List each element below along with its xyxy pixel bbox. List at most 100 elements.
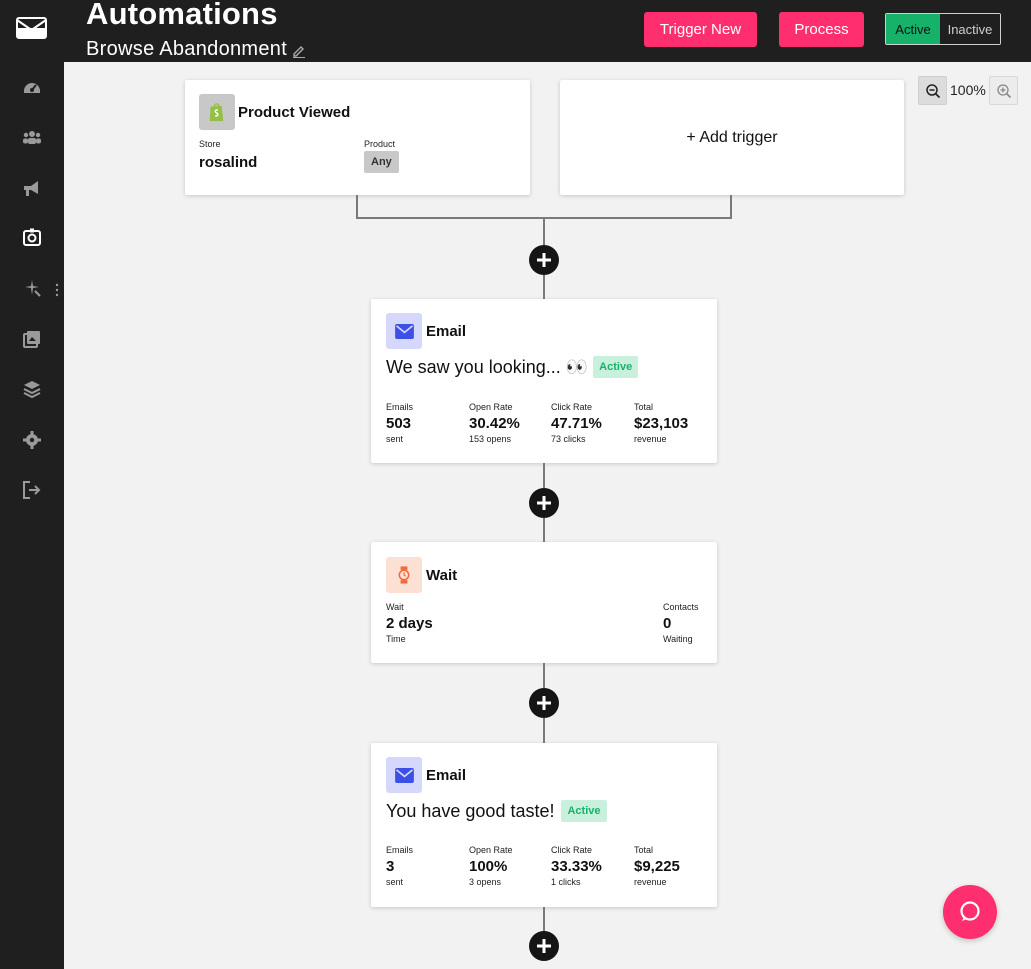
stat-sub: 153 opens [469, 434, 512, 444]
product-value-chip: Any [364, 151, 399, 173]
stat-value: 30.42% [469, 415, 520, 432]
connector-line [543, 275, 545, 299]
plus-icon [537, 696, 551, 710]
product-label: Product [364, 139, 396, 149]
stat-open-rate: Open Rate 100% 3 opens [469, 845, 513, 887]
stat-open-rate: Open Rate 30.42% 153 opens [469, 402, 520, 444]
nav-users-icon[interactable] [20, 125, 44, 149]
stat-label: Total [634, 845, 654, 855]
zoom-out-button[interactable] [918, 76, 947, 105]
connector-line [543, 518, 545, 542]
toggle-inactive-option[interactable]: Inactive [940, 14, 1000, 44]
nav-automation-icon[interactable] [20, 226, 44, 250]
stat-value: $23,103 [634, 415, 689, 432]
stat-value: 47.71% [551, 415, 602, 432]
process-button[interactable]: Process [779, 12, 864, 47]
stat-label: Open Rate [469, 402, 513, 412]
zoom-in-icon [996, 83, 1011, 98]
stat-value: 503 [386, 415, 412, 432]
add-trigger-card[interactable]: + Add trigger [560, 80, 904, 195]
email-subject: You have good taste! [386, 800, 555, 821]
stat-sub: revenue [634, 877, 667, 887]
toggle-active-option[interactable]: Active [886, 14, 940, 44]
step-type-label: Wait [426, 566, 458, 584]
stat-label: Wait [386, 602, 404, 612]
top-header: Automations Browse Abandonment Trigger N… [64, 0, 1031, 62]
stat-value: 0 [663, 615, 672, 632]
stat-value: 100% [469, 858, 508, 875]
nav-gear-icon[interactable] [20, 428, 44, 452]
step-type-label: Email [426, 766, 467, 784]
wait-step-card[interactable]: Wait Wait 2 days Time Contacts 0 Waiting [371, 542, 717, 663]
nav-dashboard-icon[interactable] [20, 75, 44, 99]
app-logo[interactable] [16, 17, 47, 39]
stat-sub: revenue [634, 434, 667, 444]
stat-value: 2 days [386, 615, 433, 632]
email-subject: We saw you looking... 👀 [386, 356, 589, 377]
stat-click-rate: Click Rate 47.71% 73 clicks [551, 402, 602, 444]
zoom-in-button[interactable] [989, 76, 1018, 105]
watch-icon [386, 557, 422, 593]
sidebar-resize-handle[interactable] [55, 283, 59, 297]
plus-icon [537, 253, 551, 267]
add-step-button[interactable] [529, 488, 559, 518]
automation-name-row: Browse Abandonment [86, 36, 306, 62]
email-icon [386, 313, 422, 349]
trigger-title: Product Viewed [238, 103, 351, 121]
shopify-icon [199, 94, 235, 130]
help-chat-button[interactable] [943, 885, 997, 939]
stat-value: $9,225 [634, 858, 680, 875]
add-step-button[interactable] [529, 688, 559, 718]
connector-line [543, 718, 545, 743]
page-title: Automations [86, 0, 278, 31]
stat-total-revenue: Total $23,103 revenue [634, 402, 688, 444]
stat-click-rate: Click Rate 33.33% 1 clicks [551, 845, 602, 887]
connector-line [543, 219, 545, 245]
trigger-new-button[interactable]: Trigger New [644, 12, 757, 47]
connector-line [543, 463, 545, 488]
status-badge: Active [561, 800, 607, 822]
pencil-icon[interactable] [292, 44, 306, 58]
connector-line [356, 195, 358, 219]
connector-line [543, 663, 545, 688]
stat-emails: Emails 503 sent [386, 402, 413, 444]
add-step-button[interactable] [529, 931, 559, 961]
automation-name: Browse Abandonment [86, 38, 288, 60]
wait-contacts: Contacts 0 Waiting [663, 602, 699, 644]
stat-sub: Time [386, 634, 406, 644]
email-step-card[interactable]: Email We saw you looking... 👀 Active Ema… [371, 299, 717, 463]
email-icon [386, 757, 422, 793]
store-value: rosalind [199, 154, 258, 171]
stat-value: 3 [386, 858, 395, 875]
trigger-card-product-viewed[interactable]: Product Viewed Store rosalind Product An… [185, 80, 530, 195]
plus-icon [537, 939, 551, 953]
nav-sparkle-icon[interactable] [20, 276, 44, 300]
stat-label: Contacts [663, 602, 699, 612]
stat-sub: Waiting [663, 634, 693, 644]
stat-label: Emails [386, 402, 414, 412]
stat-sub: 3 opens [469, 877, 502, 887]
stat-sub: sent [386, 434, 404, 444]
stat-value: 33.33% [551, 858, 602, 875]
store-label: Store [199, 139, 221, 149]
zoom-out-icon [925, 83, 940, 98]
connector-line [543, 907, 545, 932]
nav-gallery-icon[interactable] [20, 327, 44, 351]
automation-canvas[interactable]: 100% Product Viewed Store rosalind Produ… [64, 62, 1031, 969]
stat-sub: sent [386, 877, 404, 887]
stat-total-revenue: Total $9,225 revenue [634, 845, 680, 887]
step-type-label: Email [426, 322, 467, 340]
stat-label: Emails [386, 845, 414, 855]
nav-layers-icon[interactable] [20, 377, 44, 401]
stat-label: Click Rate [551, 402, 593, 412]
sidebar [0, 0, 64, 969]
nav-logout-icon[interactable] [20, 478, 44, 502]
connector-line [730, 195, 732, 219]
stat-emails: Emails 3 sent [386, 845, 413, 887]
add-step-button[interactable] [529, 245, 559, 275]
nav-megaphone-icon[interactable] [20, 176, 44, 200]
plus-icon [537, 496, 551, 510]
stat-sub: 73 clicks [551, 434, 586, 444]
zoom-level: 100% [950, 82, 986, 98]
email-step-card[interactable]: Email You have good taste! Active Emails… [371, 743, 717, 907]
